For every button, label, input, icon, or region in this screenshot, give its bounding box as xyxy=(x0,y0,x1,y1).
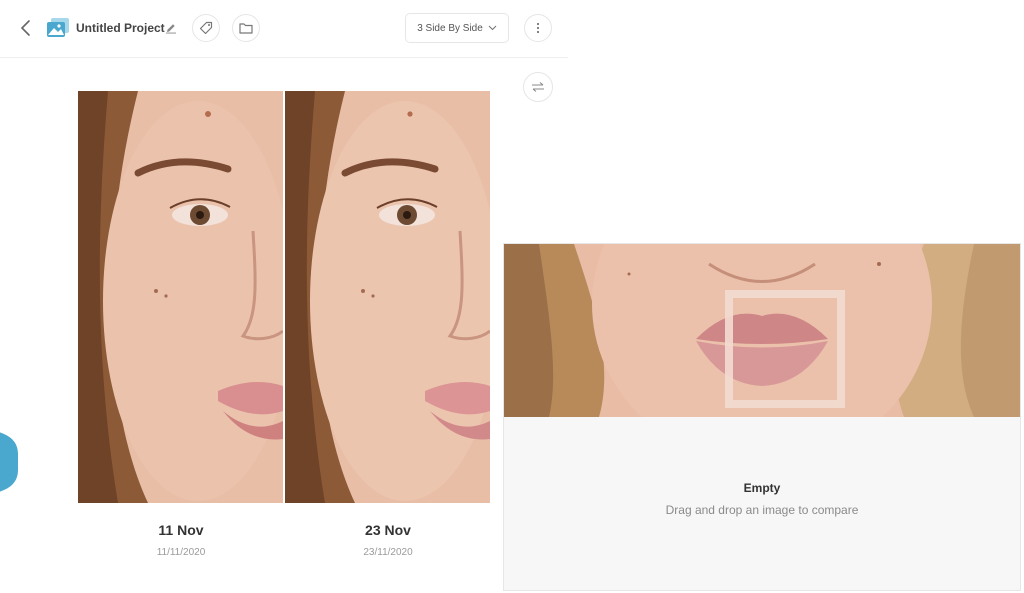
tag-button[interactable] xyxy=(192,14,220,42)
comparison-photo-2[interactable] xyxy=(285,91,490,503)
chevron-down-icon xyxy=(488,25,497,31)
drop-zone-panel[interactable]: Empty Drag and drop an image to compare xyxy=(503,243,1021,591)
photo-1-date: 11 Nov xyxy=(158,522,204,538)
layout-label: 3 Side By Side xyxy=(417,22,483,34)
tag-icon xyxy=(199,21,213,35)
empty-title: Empty xyxy=(743,481,781,495)
back-arrow-icon[interactable] xyxy=(16,17,36,39)
photo-2-full-date: 23/11/2020 xyxy=(363,547,413,558)
side-panel-tab[interactable] xyxy=(0,424,18,500)
folder-icon xyxy=(239,23,253,34)
more-options-button[interactable] xyxy=(524,14,552,42)
folder-button[interactable] xyxy=(232,14,260,42)
project-title[interactable]: Untitled Project xyxy=(76,21,165,35)
swap-arrows-icon xyxy=(532,82,544,92)
swap-button[interactable] xyxy=(523,72,553,102)
lips-image xyxy=(504,244,1020,417)
face-image-2 xyxy=(285,91,490,503)
face-image-1 xyxy=(78,91,283,503)
more-vertical-icon xyxy=(536,22,540,34)
photo-2-date: 23 Nov xyxy=(365,522,411,538)
empty-subtitle: Drag and drop an image to compare xyxy=(665,503,859,517)
layout-dropdown[interactable]: 3 Side By Side xyxy=(405,13,509,43)
photo-1-full-date: 11/11/2020 xyxy=(156,547,206,558)
project-image-icon xyxy=(47,18,69,37)
edit-pencil-icon[interactable] xyxy=(165,22,177,34)
header-bar: Untitled Project 3 Side By Side xyxy=(0,0,568,58)
comparison-photo-1[interactable] xyxy=(78,91,283,503)
